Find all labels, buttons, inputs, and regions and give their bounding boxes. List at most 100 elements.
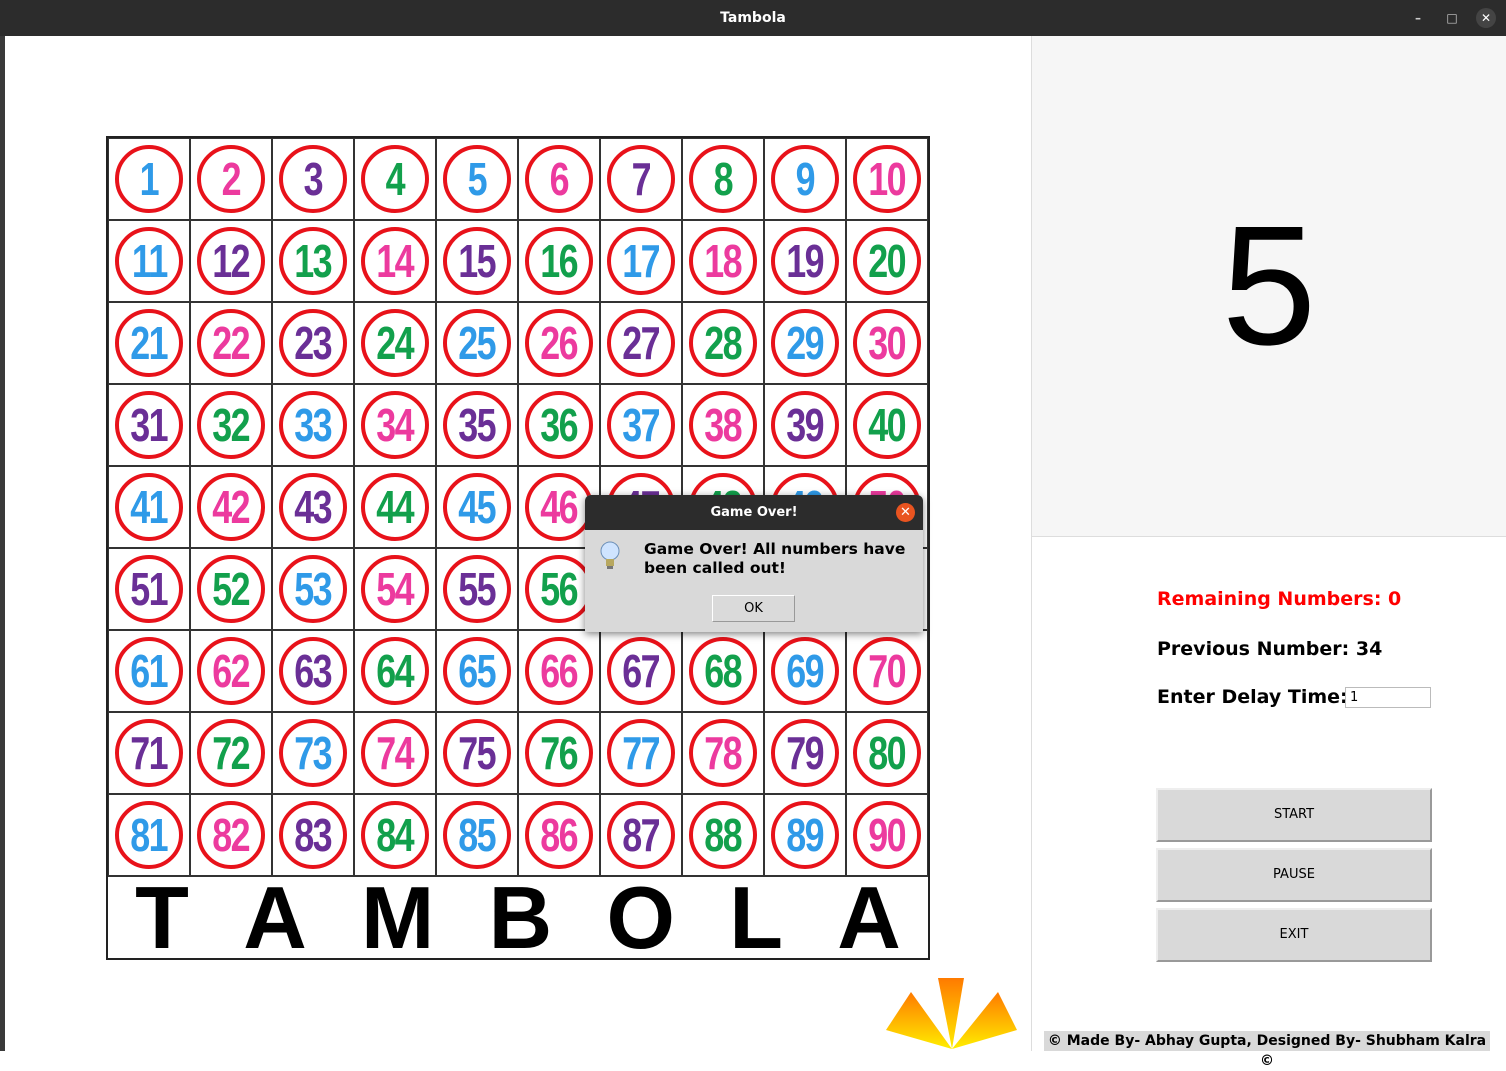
board-cell: 76 [518, 712, 600, 794]
ball-number: 5 [467, 153, 488, 205]
board-cell: 82 [190, 794, 272, 876]
ball-number: 53 [294, 563, 333, 615]
minimize-button[interactable]: – [1408, 8, 1428, 28]
board-cell: 24 [354, 302, 436, 384]
board-cell: 33 [272, 384, 354, 466]
board-cell: 28 [682, 302, 764, 384]
board-cell: 51 [108, 548, 190, 630]
number-ball: 53 [279, 555, 347, 623]
number-ball: 86 [525, 801, 593, 869]
number-ball: 56 [525, 555, 593, 623]
ball-number: 22 [212, 317, 251, 369]
number-ball: 51 [115, 555, 183, 623]
maximize-button[interactable]: □ [1442, 8, 1462, 28]
ball-number: 55 [458, 563, 497, 615]
board-cell: 37 [600, 384, 682, 466]
ball-number: 65 [458, 645, 497, 697]
number-ball: 38 [689, 391, 757, 459]
number-ball: 25 [443, 309, 511, 377]
ok-button[interactable]: OK [712, 595, 795, 622]
close-button[interactable]: ✕ [1476, 8, 1496, 28]
exit-button[interactable]: EXIT [1156, 908, 1432, 962]
number-ball: 36 [525, 391, 593, 459]
dialog-message: Game Over! All numbers have been called … [644, 540, 906, 577]
ball-number: 81 [130, 809, 169, 861]
tambola-letter: A [243, 868, 307, 967]
number-ball: 52 [197, 555, 265, 623]
number-ball: 44 [361, 473, 429, 541]
number-ball: 75 [443, 719, 511, 787]
ball-number: 7 [631, 153, 652, 205]
remaining-numbers-label: Remaining Numbers: 0 [1157, 588, 1402, 610]
ball-number: 51 [130, 563, 169, 615]
board-cell: 83 [272, 794, 354, 876]
dialog-close-icon[interactable]: ✕ [896, 503, 915, 522]
board-cell: 45 [436, 466, 518, 548]
number-ball: 16 [525, 227, 593, 295]
board-cell: 13 [272, 220, 354, 302]
board-cell: 2 [190, 138, 272, 220]
title-bar: Tambola – □ ✕ [0, 0, 1506, 36]
number-ball: 89 [771, 801, 839, 869]
number-ball: 84 [361, 801, 429, 869]
pause-button[interactable]: PAUSE [1156, 848, 1432, 902]
board-cell: 12 [190, 220, 272, 302]
delay-time-input[interactable] [1345, 687, 1431, 708]
board-cell: 38 [682, 384, 764, 466]
ball-number: 21 [130, 317, 169, 369]
number-ball: 26 [525, 309, 593, 377]
board-cell: 64 [354, 630, 436, 712]
board-cell: 30 [846, 302, 928, 384]
board-cell: 29 [764, 302, 846, 384]
board-cell: 54 [354, 548, 436, 630]
number-ball: 10 [853, 145, 921, 213]
ball-number: 16 [540, 235, 579, 287]
ball-number: 74 [376, 727, 415, 779]
start-button[interactable]: START [1156, 788, 1432, 842]
board-cell: 9 [764, 138, 846, 220]
number-ball: 35 [443, 391, 511, 459]
board-cell: 77 [600, 712, 682, 794]
ball-number: 38 [704, 399, 743, 451]
ball-number: 14 [376, 235, 415, 287]
board-cell: 31 [108, 384, 190, 466]
board-cell: 34 [354, 384, 436, 466]
number-ball: 3 [279, 145, 347, 213]
number-ball: 67 [607, 637, 675, 705]
board-cell: 6 [518, 138, 600, 220]
board-cell: 26 [518, 302, 600, 384]
board-cell: 16 [518, 220, 600, 302]
board-cell: 84 [354, 794, 436, 876]
board-cell: 35 [436, 384, 518, 466]
tambola-letter: T [135, 868, 189, 967]
number-ball: 23 [279, 309, 347, 377]
ball-number: 67 [622, 645, 661, 697]
number-ball: 80 [853, 719, 921, 787]
board-cell: 41 [108, 466, 190, 548]
number-ball: 54 [361, 555, 429, 623]
tambola-letter: B [488, 868, 553, 967]
ball-number: 44 [376, 481, 415, 533]
ball-number: 84 [376, 809, 415, 861]
number-ball: 83 [279, 801, 347, 869]
ball-number: 80 [868, 727, 907, 779]
ball-number: 23 [294, 317, 333, 369]
ball-number: 25 [458, 317, 497, 369]
board-cell: 65 [436, 630, 518, 712]
ball-number: 6 [549, 153, 570, 205]
board-cell: 86 [518, 794, 600, 876]
number-ball: 27 [607, 309, 675, 377]
number-ball: 4 [361, 145, 429, 213]
board-cell: 90 [846, 794, 928, 876]
board-cell: 43 [272, 466, 354, 548]
board-cell: 89 [764, 794, 846, 876]
board-cell: 69 [764, 630, 846, 712]
board-cell: 85 [436, 794, 518, 876]
number-ball: 77 [607, 719, 675, 787]
delay-time-label: Enter Delay Time: [1157, 686, 1348, 708]
ball-number: 27 [622, 317, 661, 369]
board-cell: 27 [600, 302, 682, 384]
ball-number: 64 [376, 645, 415, 697]
board-cell: 62 [190, 630, 272, 712]
ball-number: 2 [221, 153, 242, 205]
